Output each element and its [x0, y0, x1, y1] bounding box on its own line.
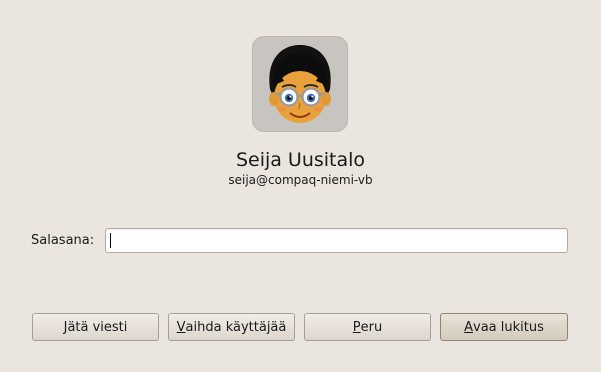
user-login-host: seija@compaq-niemi-vb — [228, 173, 373, 187]
avatar — [252, 36, 348, 132]
unlock-label: vaa lukitus — [473, 319, 544, 335]
password-label: Salasana: — [31, 233, 95, 248]
switch-user-label: aihda käyttäjää — [185, 319, 287, 335]
unlock-mnemonic: A — [464, 319, 474, 335]
text-caret — [110, 233, 111, 248]
cancel-button[interactable]: Peru — [304, 313, 431, 341]
password-input[interactable] — [105, 228, 568, 253]
cancel-label: eru — [360, 319, 383, 335]
cartoon-face-avatar-icon — [269, 45, 331, 123]
switch-user-button[interactable]: Vaihda käyttäjää — [168, 313, 295, 341]
cancel-mnemonic: P — [352, 319, 361, 335]
unlock-dialog: Seija Uusitalo seija@compaq-niemi-vb Sal… — [0, 0, 601, 372]
switch-user-mnemonic: V — [176, 319, 186, 335]
unlock-button[interactable]: Avaa lukitus — [440, 313, 568, 341]
user-full-name: Seija Uusitalo — [235, 149, 366, 171]
leave-message-button[interactable]: Jätä viesti — [32, 313, 159, 341]
leave-message-label: ätä viesti — [67, 319, 128, 335]
